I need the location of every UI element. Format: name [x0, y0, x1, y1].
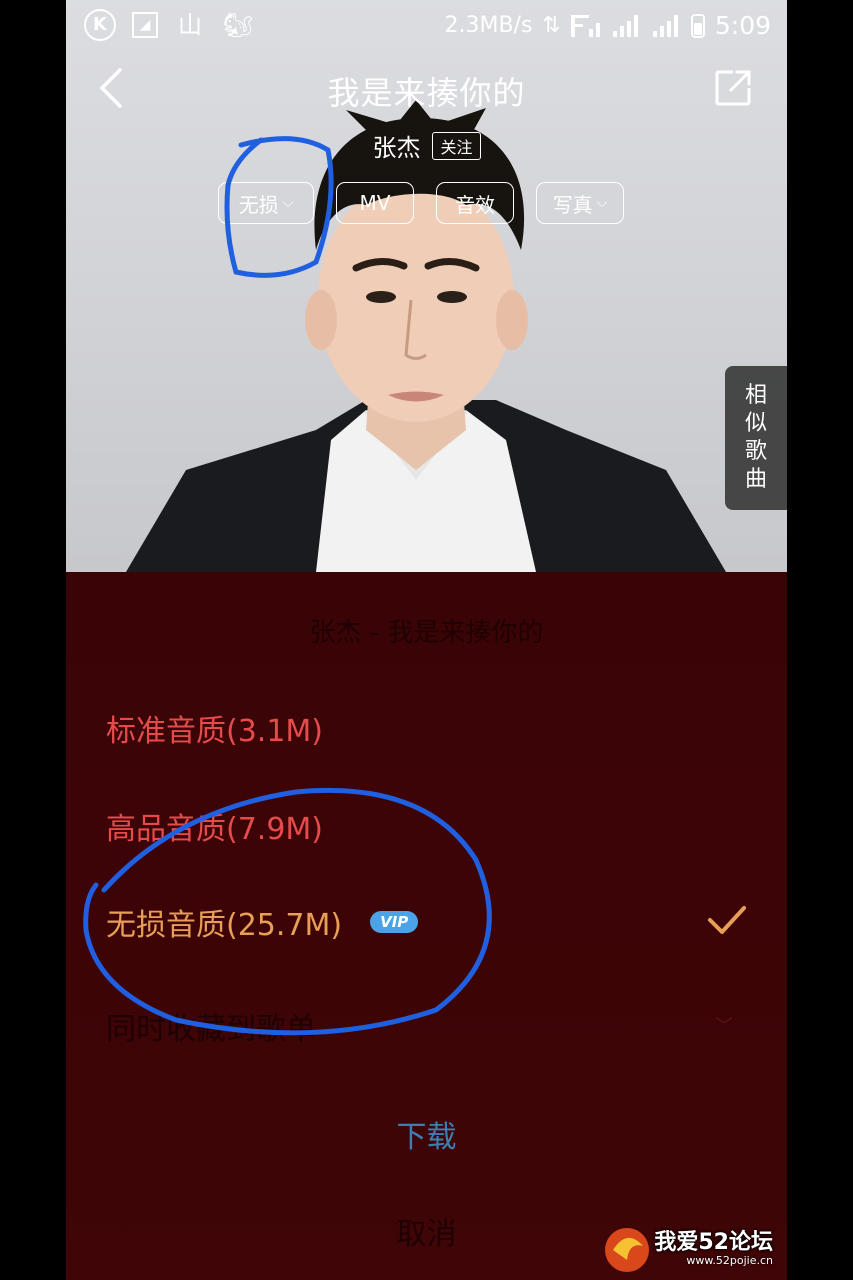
follow-button[interactable]: 关注 — [432, 131, 481, 160]
quality-selector-button[interactable]: 无损 ⌵ — [218, 182, 314, 224]
similar-songs-char: 相 — [744, 383, 767, 408]
mv-label: MV — [359, 191, 391, 215]
add-to-playlist-label: 同时收藏到歌单 — [106, 1012, 316, 1047]
status-left-icons: K ◢ 山 🐿 — [84, 9, 254, 41]
forum-logo-icon — [605, 1228, 649, 1272]
sound-effects-button[interactable]: 音效 — [436, 182, 514, 224]
artist-row: 张杰 关注 — [66, 128, 787, 163]
wifi-signal-icon — [570, 14, 601, 37]
uc-browser-icon: 🐿 — [222, 11, 254, 39]
app-screen: K ◢ 山 🐿 2.3MB/s ⇅ 5:09 我是来揍你的 张杰 关注 无损 ⌵… — [66, 0, 787, 1280]
mv-button[interactable]: MV — [336, 182, 414, 224]
status-bar: K ◢ 山 🐿 2.3MB/s ⇅ 5:09 — [66, 0, 787, 50]
checkmark-icon — [708, 906, 746, 934]
gallery-icon: ◢ — [132, 12, 158, 38]
quality-label: 无损 — [238, 192, 279, 217]
watermark-text: 我爱52论坛 — [654, 1230, 773, 1255]
similar-songs-char: 曲 — [744, 467, 767, 492]
cell-signal-icon — [611, 14, 641, 37]
forum-watermark: 我爱52论坛 www.52pojie.cn — [599, 1220, 781, 1276]
network-speed: 2.3MB/s — [444, 13, 533, 38]
artist-photo: K ◢ 山 🐿 2.3MB/s ⇅ 5:09 我是来揍你的 张杰 关注 无损 ⌵… — [66, 0, 787, 572]
chevron-down-icon: ﹀ — [715, 1016, 733, 1037]
battery-icon — [690, 13, 705, 38]
status-right-indicators: 2.3MB/s ⇅ 5:09 — [444, 11, 771, 40]
k-app-icon: K — [84, 9, 116, 41]
quality-option-label: 无损音质(25.7M) — [106, 908, 343, 943]
photo-gallery-button[interactable]: 写真 ⌵ — [536, 182, 624, 224]
quality-option-standard[interactable]: 标准音质(3.1M) — [106, 698, 747, 758]
clock: 5:09 — [714, 11, 771, 40]
share-icon[interactable] — [713, 68, 753, 108]
quality-option-high[interactable]: 高品音质(7.9M) — [106, 796, 747, 856]
similar-songs-tab[interactable]: 相 似 歌 曲 — [725, 366, 787, 510]
artist-name[interactable]: 张杰 — [372, 128, 420, 163]
add-to-playlist-option[interactable]: 同时收藏到歌单 ﹀ — [106, 996, 747, 1056]
download-button[interactable]: 下载 — [66, 1112, 787, 1156]
chevron-down-icon: ⌵ — [596, 195, 608, 211]
mountain-icon: 山 — [178, 11, 202, 39]
quality-option-label: 标准音质(3.1M) — [106, 714, 324, 749]
player-top-bar: 我是来揍你的 — [66, 60, 787, 120]
photo-gallery-label: 写真 — [552, 192, 593, 217]
chevron-down-icon: ⌵ — [282, 195, 294, 211]
similar-songs-char: 似 — [744, 411, 767, 436]
cell-signal-2-icon — [651, 14, 681, 37]
vip-badge: VIP — [370, 911, 419, 933]
watermark-url: www.52pojie.cn — [686, 1254, 773, 1267]
download-quality-sheet: 张杰 - 我是来揍你的 标准音质(3.1M) 高品音质(7.9M) 无损音质(2… — [66, 572, 787, 1280]
similar-songs-char: 歌 — [744, 439, 767, 464]
sheet-title: 张杰 - 我是来揍你的 — [309, 618, 544, 648]
player-options-row: 无损 ⌵ MV 音效 写真 ⌵ — [218, 182, 624, 224]
quality-option-label: 高品音质(7.9M) — [106, 812, 324, 847]
song-title: 我是来揍你的 — [327, 74, 526, 112]
data-transfer-icon: ⇅ — [542, 13, 561, 38]
sound-effects-label: 音效 — [455, 192, 495, 217]
quality-option-lossless[interactable]: 无损音质(25.7M) VIP — [106, 892, 747, 952]
